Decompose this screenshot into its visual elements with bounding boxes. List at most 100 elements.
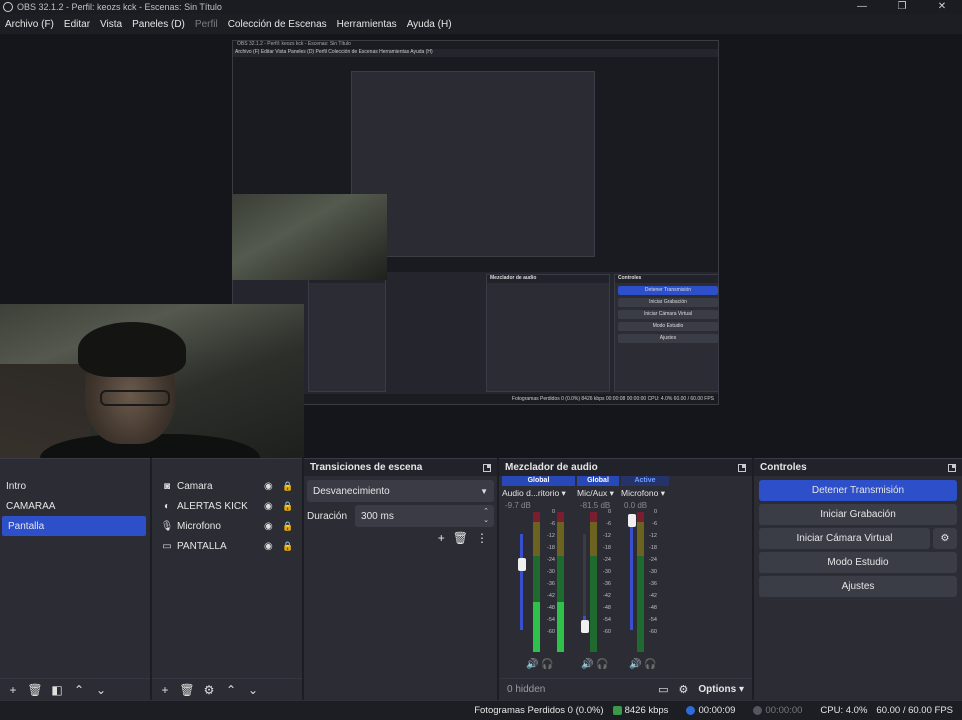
speaker-icon[interactable]: 🔊	[581, 659, 593, 670]
lock-icon[interactable]: 🔒	[282, 521, 293, 532]
stop-stream-button[interactable]: Detener Transmisión	[759, 480, 957, 501]
add-scene-icon[interactable]: +	[4, 681, 22, 699]
source-label: Camara	[177, 480, 213, 492]
menu-bar: Archivo (F) Editar Vista Paneles (D) Per…	[0, 14, 962, 34]
volume-fader-knob[interactable]	[628, 514, 636, 527]
source-item-pantalla[interactable]: ▭ PANTALLA ◉ 🔒	[152, 536, 302, 556]
source-item-alertas[interactable]: ◐ ALERTAS KICK ◉ 🔒	[152, 496, 302, 516]
move-up-icon[interactable]: ⌃	[222, 681, 240, 699]
settings-button[interactable]: Ajustes	[759, 576, 957, 597]
volume-fader-track[interactable]	[630, 516, 633, 630]
nested-mixer-title: Mezclador de audio	[487, 275, 609, 283]
meter-scale: 0 -6 -12 -18 -24 -30 -36 -42 -48 -54 -60	[603, 509, 611, 635]
menu-ayuda[interactable]: Ayuda (H)	[402, 19, 457, 30]
transition-type-value: Desvanecimiento	[313, 485, 390, 497]
menu-coleccion-escenas[interactable]: Colección de Escenas	[223, 19, 332, 30]
camera-icon: ◙	[163, 480, 171, 492]
nested-menu: Archivo (F) Editar Vista Paneles (D) Per…	[235, 49, 433, 55]
menu-archivo[interactable]: Archivo (F)	[0, 19, 59, 30]
nested-start-record: Iniciar Grabación	[618, 298, 718, 307]
add-transition-icon[interactable]: +	[438, 531, 445, 545]
undock-icon[interactable]	[948, 463, 956, 472]
mixer-title: Mezclador de audio	[505, 462, 598, 473]
cpu-usage: CPU: 4.0%	[820, 705, 868, 716]
virtual-camera-settings-gear-icon[interactable]: ⚙	[933, 528, 957, 549]
close-icon[interactable]: ✕	[922, 0, 962, 14]
start-virtual-camera-button[interactable]: Iniciar Cámara Virtual	[759, 528, 930, 549]
menu-editar[interactable]: Editar	[59, 19, 95, 30]
webcam-source[interactable]	[0, 304, 304, 458]
move-up-icon[interactable]: ⌃	[70, 681, 88, 699]
maximize-icon[interactable]: ❐	[882, 0, 922, 14]
advanced-audio-icon[interactable]: ⚙	[679, 683, 689, 696]
menu-herramientas[interactable]: Herramientas	[332, 19, 402, 30]
scene-item[interactable]: Intro	[0, 476, 150, 496]
speaker-icon[interactable]: 🔊	[629, 659, 641, 670]
volume-fader-knob[interactable]	[518, 558, 526, 571]
controls-body: Detener Transmisión Iniciar Grabación In…	[754, 476, 962, 597]
remove-source-icon[interactable]: 🗑	[178, 681, 196, 699]
transitions-dock: Transiciones de escena Desvanecimiento ▼…	[304, 458, 497, 700]
scene-item-selected[interactable]: Pantalla	[2, 516, 146, 536]
visibility-eye-icon[interactable]: ◉	[264, 481, 273, 492]
source-item-camara[interactable]: ◙ Camara ◉ 🔒	[152, 476, 302, 496]
webcam-capture-small	[232, 194, 387, 280]
mixer-footer: 0 hidden ▭ ⚙ Options ▾	[499, 678, 752, 700]
channel-name[interactable]: Mic/Aux ▾	[577, 488, 619, 499]
menu-perfil[interactable]: Perfil	[190, 19, 223, 30]
minimize-icon[interactable]: —	[842, 0, 882, 14]
transition-type-select[interactable]: Desvanecimiento ▼	[307, 480, 494, 502]
status-bar: Fotogramas Perdidos 0 (0.0%) 8426 kbps 0…	[0, 700, 962, 720]
channel-db: -81.5 dB	[580, 501, 611, 510]
studio-mode-button[interactable]: Modo Estudio	[759, 552, 957, 573]
channel-name[interactable]: Microfono ▾	[621, 488, 669, 499]
hidden-count: 0 hidden	[507, 684, 546, 695]
headphones-icon[interactable]: 🎧	[644, 659, 656, 670]
channel-name[interactable]: Audio d...ritorio ▾	[502, 488, 575, 499]
lock-icon[interactable]: 🔒	[282, 481, 293, 492]
move-down-icon[interactable]: ⌄	[244, 681, 262, 699]
fps: 60.00 / 60.00 FPS	[876, 705, 953, 716]
headphones-icon[interactable]: 🎧	[596, 659, 608, 670]
speaker-icon[interactable]: 🔊	[526, 659, 538, 670]
visibility-eye-icon[interactable]: ◉	[264, 501, 273, 512]
menu-paneles[interactable]: Paneles (D)	[127, 19, 190, 30]
obs-logo-icon	[3, 2, 13, 12]
spin-arrows-icon[interactable]: ⌃ ⌄	[483, 507, 489, 525]
browser-icon: ◐	[163, 500, 171, 512]
scenes-header-spacer	[0, 459, 150, 476]
nested-status: Fotogramas Perdidos 0 (0.0%) 8426 kbps 0…	[233, 394, 718, 404]
mixer-options-button[interactable]: Options ▾	[698, 684, 744, 695]
lock-icon[interactable]: 🔒	[282, 501, 293, 512]
preview-canvas[interactable]: OBS 32.1.2 - Perfil: keozs kck - Escenas…	[0, 34, 962, 458]
headphones-icon[interactable]: 🎧	[541, 659, 553, 670]
scene-filters-icon[interactable]: ◧	[48, 681, 66, 699]
source-label: Microfono	[177, 520, 221, 532]
move-down-icon[interactable]: ⌄	[92, 681, 110, 699]
duration-spinbox[interactable]: 300 ms ⌃ ⌄	[355, 505, 494, 527]
undock-icon[interactable]	[738, 463, 746, 472]
start-recording-button[interactable]: Iniciar Grabación	[759, 504, 957, 525]
webcam-person-hair	[78, 322, 186, 377]
undock-icon[interactable]	[483, 463, 491, 472]
controls-title: Controles	[760, 462, 807, 473]
volume-fader-knob[interactable]	[581, 620, 589, 633]
visibility-eye-icon[interactable]: ◉	[264, 541, 273, 552]
volume-fader-track[interactable]	[520, 534, 523, 630]
chevron-down-icon: ▼	[480, 486, 488, 496]
nested-start-vcam: Iniciar Cámara Virtual	[618, 310, 718, 319]
remove-transition-icon[interactable]: 🗑	[453, 531, 468, 545]
more-options-icon[interactable]: ⋮	[476, 531, 488, 545]
menu-vista[interactable]: Vista	[95, 19, 127, 30]
sources-header-spacer	[152, 459, 302, 476]
bitrate: 8426 kbps	[612, 705, 678, 716]
scene-item[interactable]: CAMARAA	[0, 496, 150, 516]
add-source-icon[interactable]: +	[156, 681, 174, 699]
visibility-eye-icon[interactable]: ◉	[264, 521, 273, 532]
layout-icon[interactable]: ▭	[658, 683, 668, 696]
source-item-microfono[interactable]: 🎙 Microfono ◉ 🔒	[152, 516, 302, 536]
lock-icon[interactable]: 🔒	[282, 541, 293, 552]
remove-scene-icon[interactable]: 🗑	[26, 681, 44, 699]
source-properties-icon[interactable]: ⚙	[200, 681, 218, 699]
audio-level-meter	[533, 512, 540, 652]
